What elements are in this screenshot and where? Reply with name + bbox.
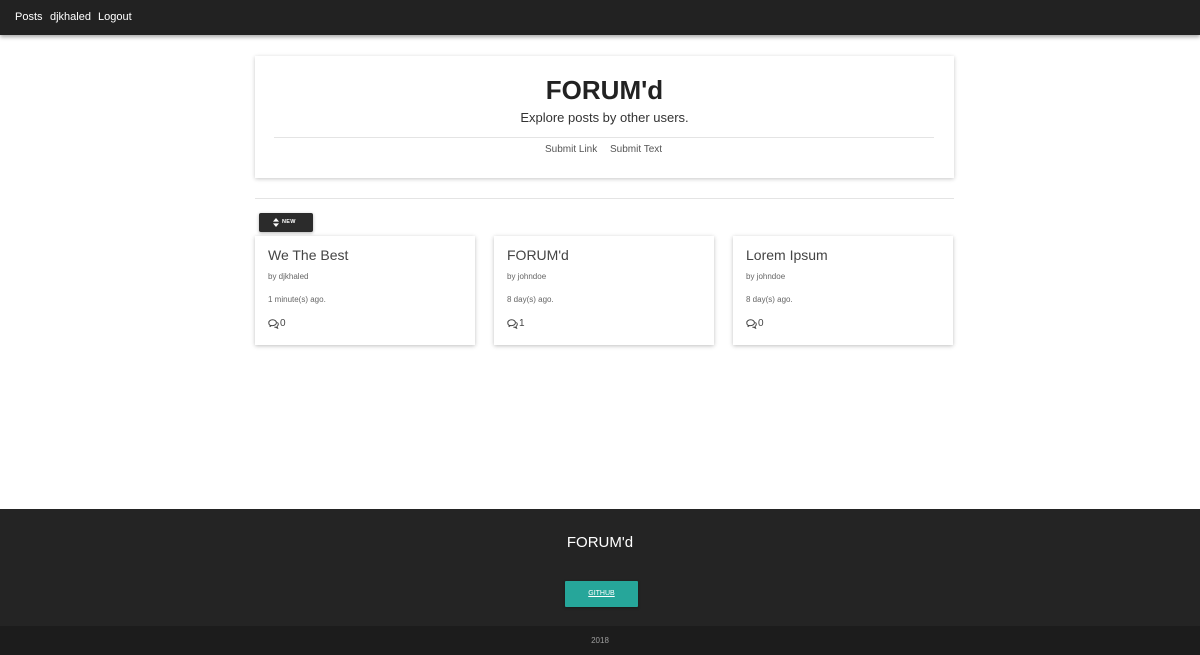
post-title[interactable]: FORUM'd	[507, 247, 569, 263]
submit-text-button[interactable]: Submit Text	[610, 144, 662, 156]
submit-link-button[interactable]: Submit Link	[545, 144, 597, 156]
sort-icon	[273, 218, 279, 227]
post-author: by johndoe	[507, 272, 547, 281]
page-title: FORUM'd	[545, 75, 664, 105]
comments-icon	[746, 319, 757, 329]
top-navbar: Posts djkhaled Logout	[0, 0, 1200, 35]
comments-icon	[507, 319, 518, 329]
footer-copyright-bar: 2018	[0, 626, 1200, 655]
post-timestamp: 1 minute(s) ago.	[268, 295, 326, 304]
hero-divider	[274, 137, 934, 138]
hero-card: FORUM'd Explore posts by other users. Su…	[255, 56, 954, 178]
comment-count: 0	[758, 318, 764, 329]
footer-title: FORUM'd	[566, 534, 634, 551]
post-card[interactable]: We The Best by djkhaled 1 minute(s) ago.…	[255, 236, 475, 345]
comment-count: 1	[519, 318, 525, 329]
post-title[interactable]: Lorem Ipsum	[746, 247, 828, 263]
post-timestamp: 8 day(s) ago.	[507, 295, 554, 304]
comment-count: 0	[280, 318, 286, 329]
post-timestamp: 8 day(s) ago.	[746, 295, 793, 304]
footer: FORUM'd GITHUB	[0, 509, 1200, 626]
github-button[interactable]: GITHUB	[565, 581, 638, 607]
sort-label: NEW	[282, 219, 296, 225]
page-subtitle: Explore posts by other users.	[520, 110, 689, 125]
sort-new-button[interactable]: NEW	[259, 213, 313, 232]
post-author: by johndoe	[746, 272, 786, 281]
post-title[interactable]: We The Best	[268, 247, 348, 263]
section-divider	[255, 198, 954, 199]
nav-link-posts[interactable]: Posts	[15, 11, 43, 24]
post-card[interactable]: Lorem Ipsum by johndoe 8 day(s) ago. 0	[733, 236, 953, 345]
post-author: by djkhaled	[268, 272, 309, 281]
comments-icon	[268, 319, 279, 329]
copyright-text: 2018	[591, 636, 609, 645]
nav-link-user-profile[interactable]: djkhaled	[50, 11, 91, 24]
nav-link-logout[interactable]: Logout	[98, 11, 132, 24]
post-card[interactable]: FORUM'd by johndoe 8 day(s) ago. 1	[494, 236, 714, 345]
